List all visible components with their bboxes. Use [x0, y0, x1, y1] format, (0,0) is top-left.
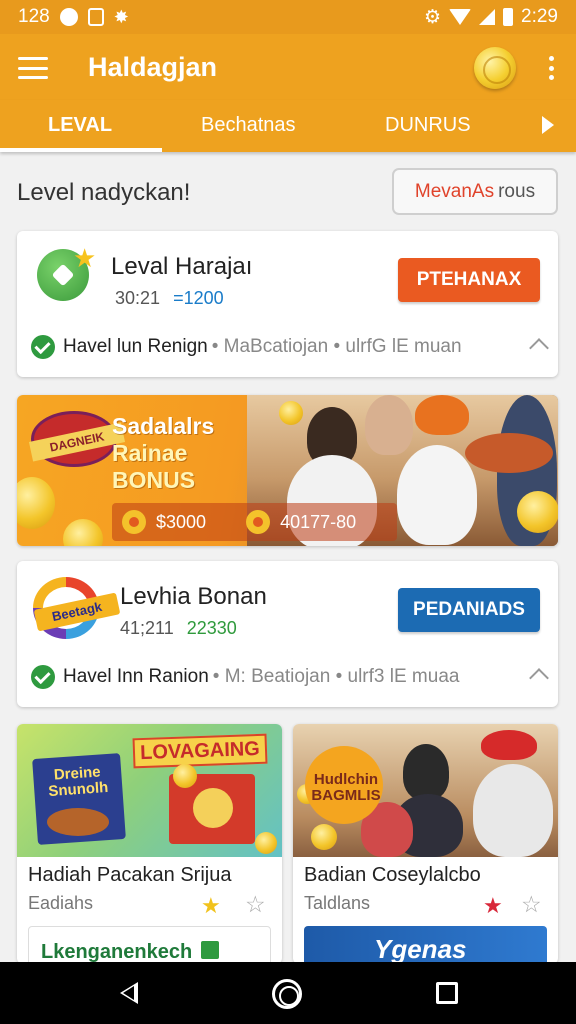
- notification-icon: [59, 8, 78, 26]
- banner-badge-text: DAGNEIK: [28, 422, 126, 462]
- bonus-banner[interactable]: DAGNEIK Sadalalrs Rainae BONUS $3000 401…: [17, 395, 558, 546]
- card-footer: Havel lun Renign • MaBcatiojan • ulrfG l…: [31, 335, 544, 359]
- tab-bechatnas[interactable]: Bechatnas: [201, 114, 296, 137]
- card-meta-time: 30:21: [115, 288, 161, 308]
- menu-icon[interactable]: [18, 57, 48, 79]
- card-meta-value: 22330: [186, 618, 237, 638]
- tab-leval[interactable]: LEVAL: [48, 114, 112, 137]
- banner-rewards: $3000 40177-80: [112, 503, 397, 541]
- product-image: Dreine Snunolh LOVAGAING: [17, 724, 282, 857]
- more-vert-icon[interactable]: [546, 56, 556, 80]
- check-circle-icon: [31, 665, 55, 689]
- product-image: Hudlchin BAGMLIS: [293, 724, 558, 857]
- product-badge-text: Hudlchin BAGMLIS: [311, 771, 381, 804]
- check-circle-icon: [31, 335, 55, 359]
- banner-reward-b: 40177-80: [280, 511, 357, 532]
- settings-icon: ⚙: [423, 6, 442, 28]
- product-strip[interactable]: Lkenganenkech: [28, 926, 271, 964]
- card-footer: Havel Inn Ranion • M: Beatiojan • ulrf3 …: [31, 665, 544, 689]
- star-filled-icon: ★: [201, 893, 221, 918]
- grid-icon: [87, 8, 104, 26]
- star-icon: ✸: [113, 6, 129, 27]
- banner-reward-a: $3000: [156, 511, 207, 532]
- footer-details: • MaBcatiojan • ulrfG lE muan: [211, 336, 462, 357]
- coin-icon: [122, 510, 146, 534]
- status-left-text: 128: [18, 6, 50, 27]
- star-outline-icon[interactable]: ☆: [245, 891, 266, 918]
- product-badge: Hudlchin BAGMLIS: [305, 746, 383, 824]
- gift-icon: [201, 941, 219, 959]
- app-bar: Haldagjan: [0, 34, 576, 100]
- card-meta-value: =1200: [173, 288, 224, 308]
- coin-icon[interactable]: [474, 47, 516, 89]
- level-card-2[interactable]: Beetagk Levhia Bonan 41;211 22330 PEDANI…: [17, 561, 558, 707]
- battery-icon: [503, 8, 514, 26]
- product-subtitle: Eadiahs: [28, 893, 94, 913]
- section-action-button[interactable]: MevanAs rous: [392, 168, 558, 215]
- card1-action-button[interactable]: PTEHANAX: [398, 258, 540, 302]
- status-time: 2:29: [521, 6, 558, 27]
- home-icon[interactable]: [272, 979, 302, 1009]
- level-card-1[interactable]: Leval Harajaı 30:21 =1200 PTEHANAX Havel…: [17, 231, 558, 377]
- banner-title-line2: Rainae: [112, 440, 188, 466]
- product-ribbon: LOVAGAING: [132, 733, 268, 769]
- product-card-2[interactable]: Hudlchin BAGMLIS Badian Coseylalcbo Tald…: [293, 724, 558, 964]
- snack-box-label: Dreine Snunolh: [47, 763, 109, 801]
- back-icon[interactable]: [120, 982, 138, 1004]
- card-meta: 41;211 22330: [120, 618, 237, 639]
- system-nav-bar: [0, 962, 576, 1024]
- tab-indicator: [0, 148, 162, 152]
- footer-label: Havel Inn Ranion: [63, 666, 209, 687]
- section-action-suffix: rous: [498, 180, 536, 202]
- level-logo-icon: [37, 243, 96, 301]
- section-title: Level nadyckan!: [17, 179, 191, 206]
- product-card-1[interactable]: Dreine Snunolh LOVAGAING Hadiah Pacakan …: [17, 724, 282, 964]
- banner-badge: DAGNEIK: [28, 411, 126, 467]
- section-action-label: MevanAs: [414, 180, 495, 202]
- card-meta: 30:21 =1200: [115, 288, 224, 309]
- coin-icon: [246, 510, 271, 534]
- tab-dunrus[interactable]: DUNRUS: [385, 114, 471, 137]
- product-strip[interactable]: Ygenas: [304, 926, 547, 964]
- app-title: Haldagjan: [88, 52, 218, 82]
- tab-bar: LEVAL Bechatnas DUNRUS: [0, 100, 576, 152]
- product-subtitle: Taldlans: [304, 893, 371, 913]
- banner-title-line1: Sadalalrs: [112, 413, 215, 439]
- status-bar: 128 ✸ ⚙ 2:29: [0, 0, 576, 34]
- star-outline-icon[interactable]: ☆: [521, 891, 542, 918]
- product-title: Badian Coseylalcbo: [304, 864, 481, 886]
- product-title: Hadiah Pacakan Srijua: [28, 864, 232, 886]
- product-strip-label: Lkenganenkech: [41, 941, 193, 963]
- banner-title-line3: BONUS: [112, 467, 196, 493]
- tab-scroll-right-icon[interactable]: [542, 116, 554, 134]
- signal-icon: [479, 9, 496, 25]
- star-filled-icon: ★: [483, 893, 503, 918]
- footer-details: • M: Beatiojan • ulrf3 lE muaa: [212, 666, 460, 687]
- footer-label: Havel lun Renign: [63, 336, 208, 357]
- card-title: Levhia Bonan: [120, 583, 267, 610]
- card-meta-time: 41;211: [120, 618, 174, 638]
- product-strip-label: Ygenas: [374, 934, 467, 964]
- banner-title: Sadalalrs Rainae BONUS: [112, 413, 214, 494]
- wifi-icon: [449, 9, 472, 25]
- card2-action-button[interactable]: PEDANIADS: [398, 588, 540, 632]
- card-title: Leval Harajaı: [111, 253, 253, 280]
- recents-icon[interactable]: [436, 982, 458, 1004]
